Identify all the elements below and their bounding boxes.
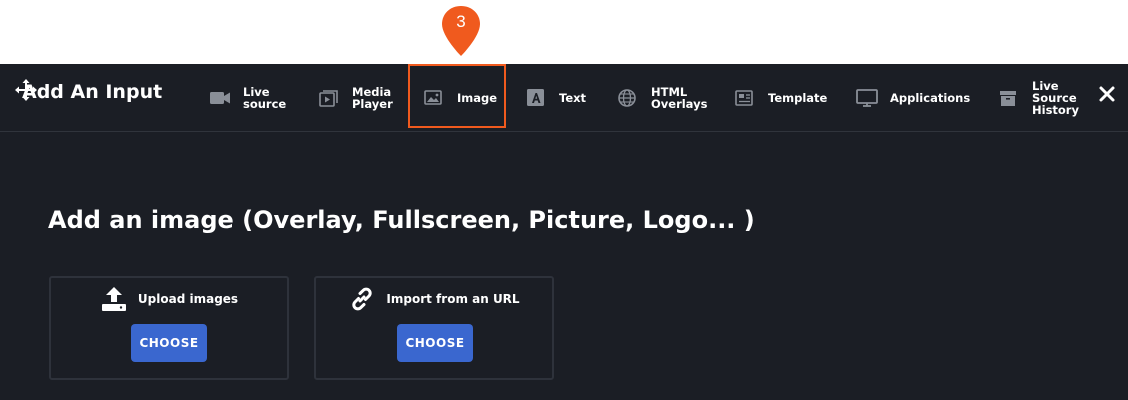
modal-title: Add An Input xyxy=(22,81,163,103)
tab-text[interactable]: Text xyxy=(525,64,586,132)
tab-label: Text xyxy=(559,91,587,105)
tab-label: Applications xyxy=(890,91,971,105)
selected-tab-highlight xyxy=(408,64,506,128)
step-number: 3 xyxy=(456,12,466,31)
tab-label: Live source xyxy=(243,85,287,111)
template-icon xyxy=(735,90,753,106)
tab-label: Media Player xyxy=(352,85,393,111)
card-title: Upload images xyxy=(137,292,239,306)
link-icon xyxy=(352,287,373,311)
choose-upload-button[interactable]: CHOOSE xyxy=(131,324,207,362)
tab-template[interactable]: Template xyxy=(734,64,827,132)
page-heading: Add an image (Overlay, Fullscreen, Pictu… xyxy=(48,206,755,234)
upload-images-card: Upload images CHOOSE xyxy=(49,276,289,380)
tab-label: HTML Overlays xyxy=(651,85,708,111)
globe-icon xyxy=(618,89,636,107)
import-url-card: Import from an URL CHOOSE xyxy=(314,276,554,380)
card-header: Upload images xyxy=(51,285,287,313)
card-header: Import from an URL xyxy=(316,285,552,313)
page: 3 Add An Input Live source Media Player … xyxy=(0,0,1128,400)
add-input-modal: Add An Input Live source Media Player Im… xyxy=(0,64,1128,400)
tab-live-source[interactable]: Live source xyxy=(209,64,286,132)
archive-icon xyxy=(1000,91,1016,106)
tab-html-overlays[interactable]: HTML Overlays xyxy=(617,64,707,132)
upload-icon xyxy=(101,287,126,311)
camera-icon xyxy=(210,92,230,104)
close-icon[interactable] xyxy=(1097,84,1117,104)
tab-live-source-history[interactable]: Live Source History xyxy=(998,64,1079,132)
modal-header: Add An Input Live source Media Player Im… xyxy=(0,64,1128,132)
tab-label: Live Source History xyxy=(1032,79,1079,117)
step-marker: 3 xyxy=(440,4,482,58)
tab-applications[interactable]: Applications xyxy=(856,64,970,132)
monitor-icon xyxy=(856,89,878,107)
media-player-icon xyxy=(319,90,338,107)
tab-label: Template xyxy=(768,91,828,105)
card-title: Import from an URL xyxy=(386,292,520,306)
text-icon xyxy=(527,89,544,106)
choose-url-button[interactable]: CHOOSE xyxy=(397,324,473,362)
tab-media-player[interactable]: Media Player xyxy=(318,64,393,132)
